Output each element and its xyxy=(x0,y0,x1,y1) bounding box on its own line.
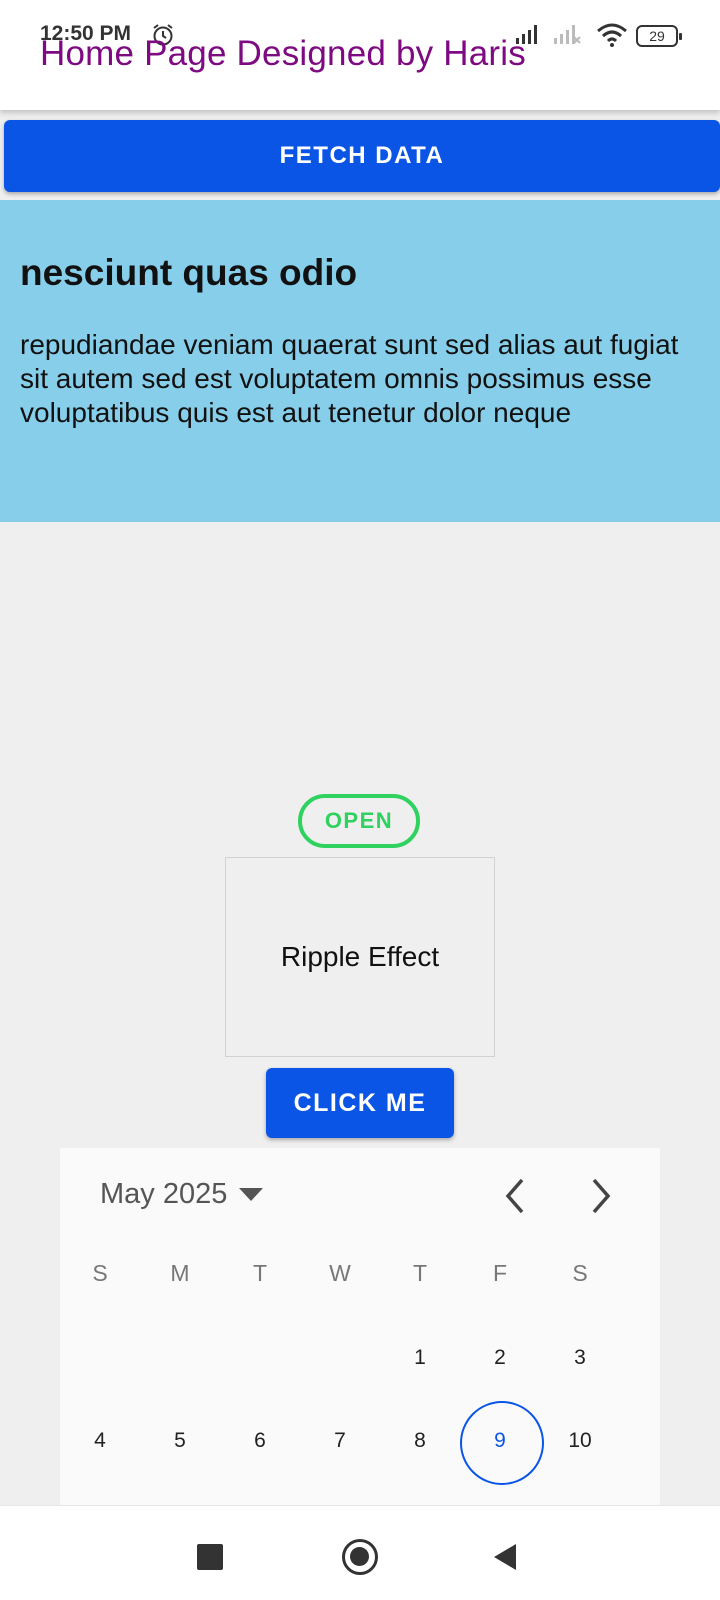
calendar-day[interactable]: 4 xyxy=(60,1401,140,1481)
app-title: Home Page Designed by Haris xyxy=(40,34,526,73)
calendar-week-row: 1 2 3 xyxy=(60,1318,660,1398)
click-me-button[interactable]: CLICK ME xyxy=(266,1068,454,1138)
wifi-icon xyxy=(597,23,627,47)
calendar-day[interactable]: 8 xyxy=(380,1401,460,1481)
calendar-day[interactable]: 7 xyxy=(300,1401,380,1481)
weekday-label: S xyxy=(572,1260,588,1286)
calendar-day[interactable]: 10 xyxy=(540,1401,620,1481)
calendar: May 2025 S M T W T F S 1 2 3 4 5 6 7 8 9… xyxy=(60,1148,660,1505)
ripple-effect-label: Ripple Effect xyxy=(280,941,440,972)
calendar-day[interactable]: 2 xyxy=(460,1318,540,1398)
back-triangle-icon[interactable] xyxy=(494,1544,516,1570)
post-title: nesciunt quas odio xyxy=(20,252,358,293)
system-nav-bar xyxy=(0,1505,720,1600)
weekday-label: M xyxy=(170,1260,190,1286)
previous-month-icon[interactable] xyxy=(496,1174,536,1218)
open-chip-button[interactable]: OPEN xyxy=(298,794,420,848)
home-circle-icon[interactable] xyxy=(342,1539,378,1575)
weekday-label: T xyxy=(252,1260,268,1286)
month-label: May 2025 xyxy=(100,1178,228,1210)
calendar-day[interactable]: 1 xyxy=(380,1318,460,1398)
recents-square-icon[interactable] xyxy=(197,1544,223,1570)
calendar-week-row: 4 5 6 7 8 9 10 xyxy=(60,1401,660,1485)
weekday-label: W xyxy=(329,1260,351,1286)
calendar-day[interactable]: 6 xyxy=(220,1401,300,1481)
dropdown-arrow-icon xyxy=(239,1188,264,1201)
ripple-effect-box[interactable]: Ripple Effect xyxy=(225,857,495,1057)
weekday-label: S xyxy=(92,1260,108,1286)
post-card: nesciunt quas odio repudiandae veniam qu… xyxy=(0,200,720,522)
signal-off-icon xyxy=(554,25,581,44)
app-bar: 12:50 PM Home Page Designed by Haris 29 xyxy=(0,0,720,110)
month-selector[interactable]: May 2025 xyxy=(100,1178,264,1211)
calendar-day[interactable]: 5 xyxy=(140,1401,220,1481)
calendar-day-selected[interactable]: 9 xyxy=(460,1401,544,1485)
battery-icon: 29 xyxy=(636,25,682,47)
next-month-icon[interactable] xyxy=(580,1174,620,1218)
post-body: repudiandae veniam quaerat sunt sed alia… xyxy=(20,329,679,428)
weekday-label: F xyxy=(492,1260,508,1286)
weekday-label: T xyxy=(412,1260,428,1286)
calendar-day[interactable]: 3 xyxy=(540,1318,620,1398)
signal-icon xyxy=(516,25,537,44)
fetch-data-button[interactable]: FETCH DATA xyxy=(4,120,720,192)
weekday-header: S M T W T F S xyxy=(60,1260,660,1287)
